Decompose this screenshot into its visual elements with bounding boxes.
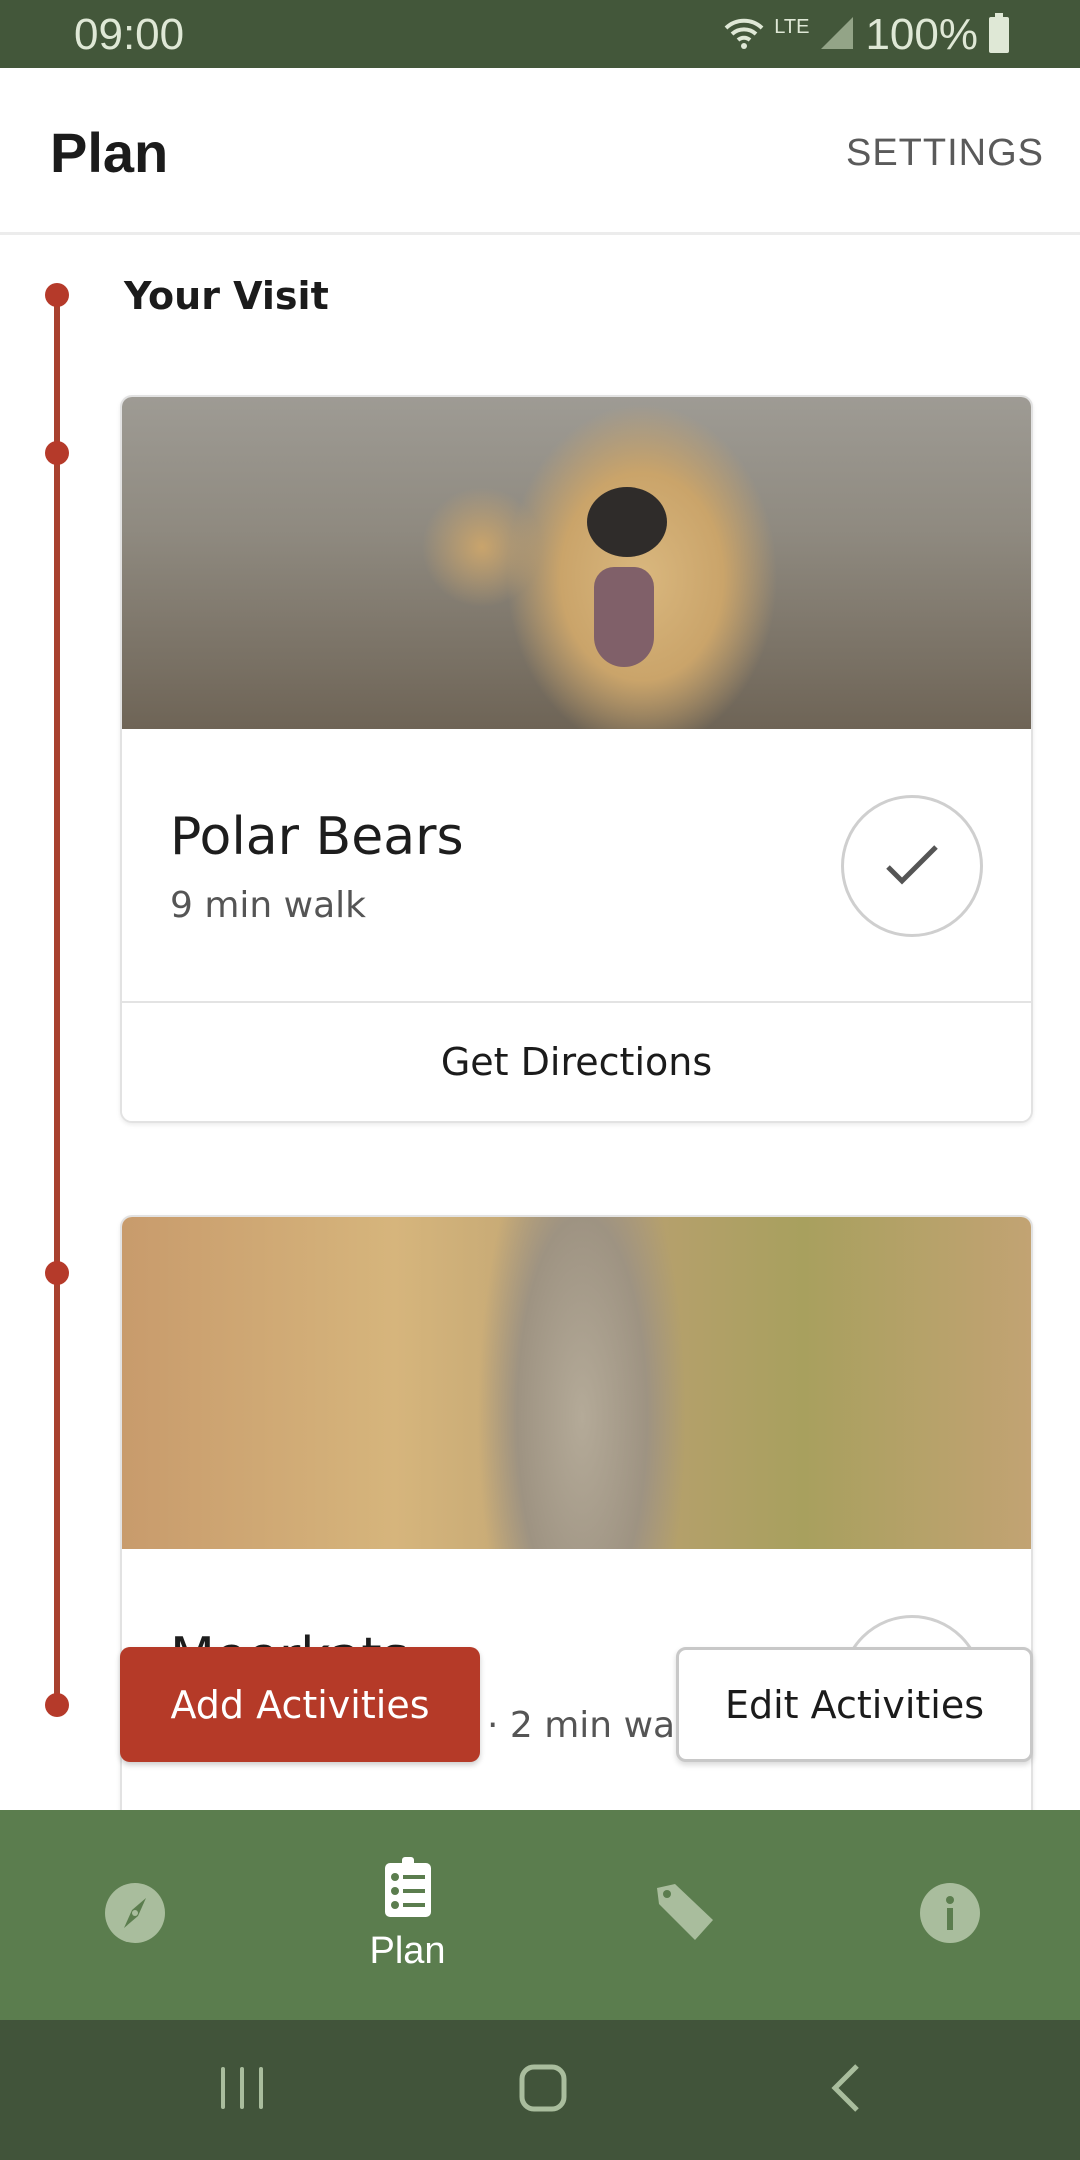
info-icon [919, 1882, 981, 1949]
app-bar: Plan SETTINGS [0, 68, 1080, 235]
bottom-nav: Plan [0, 1810, 1080, 2020]
status-bar: 09:00 LTE 100% [0, 0, 1080, 68]
back-icon [831, 2063, 861, 2117]
recent-apps-icon [219, 2065, 265, 2116]
timeline-dot [45, 1261, 69, 1285]
nav-item-explore[interactable] [0, 1810, 270, 2020]
polar-bear-photo [122, 397, 1031, 729]
nav-label: Plan [369, 1930, 446, 1972]
nav-item-info[interactable] [815, 1810, 1080, 2020]
clipboard-list-icon [383, 1857, 433, 1924]
nav-item-offers[interactable] [550, 1810, 820, 2020]
home-button[interactable] [483, 2050, 603, 2130]
status-time: 09:00 [74, 10, 185, 59]
mark-visited-button[interactable] [841, 795, 983, 937]
checkmark-icon [884, 843, 940, 890]
activity-title: Polar Bears [170, 807, 464, 867]
meerkat-photo [122, 1217, 1031, 1549]
card-body: Polar Bears 9 min walk [122, 729, 1031, 1001]
status-icons: LTE 100% [724, 10, 1010, 60]
walk-time: 9 min walk [170, 885, 367, 926]
activity-card[interactable]: Polar Bears 9 min walk Get Directions [120, 395, 1033, 1123]
battery-percent: 100% [865, 10, 978, 59]
get-directions-button[interactable]: Get Directions [122, 1003, 1031, 1121]
back-button[interactable] [786, 2050, 906, 2130]
battery-icon [988, 12, 1010, 58]
home-icon [519, 2064, 567, 2117]
lte-label: LTE [774, 16, 810, 38]
recent-apps-button[interactable] [182, 2050, 302, 2130]
nav-item-plan[interactable]: Plan [270, 1810, 545, 2020]
edit-activities-button[interactable]: Edit Activities [676, 1647, 1033, 1762]
timeline-dot [45, 441, 69, 465]
walk-time: · 2 min walk [487, 1705, 706, 1746]
settings-button[interactable]: SETTINGS [846, 132, 1044, 175]
add-activities-button[interactable]: Add Activities [120, 1647, 480, 1762]
wifi-icon [724, 16, 764, 55]
timeline-dot [45, 283, 69, 307]
timeline-dot [45, 1693, 69, 1717]
page-title: Plan [50, 121, 169, 184]
bear-tongue [594, 567, 654, 667]
signal-icon [819, 15, 855, 56]
tag-icon [653, 1882, 717, 1949]
bear-nose [587, 487, 667, 557]
visit-timeline[interactable]: Your Visit Polar Bears 9 min walk Get Di… [0, 238, 1080, 1810]
system-nav-bar [0, 2020, 1080, 2160]
timeline-line [54, 295, 60, 1705]
section-title: Your Visit [124, 274, 329, 318]
compass-icon [104, 1882, 166, 1949]
